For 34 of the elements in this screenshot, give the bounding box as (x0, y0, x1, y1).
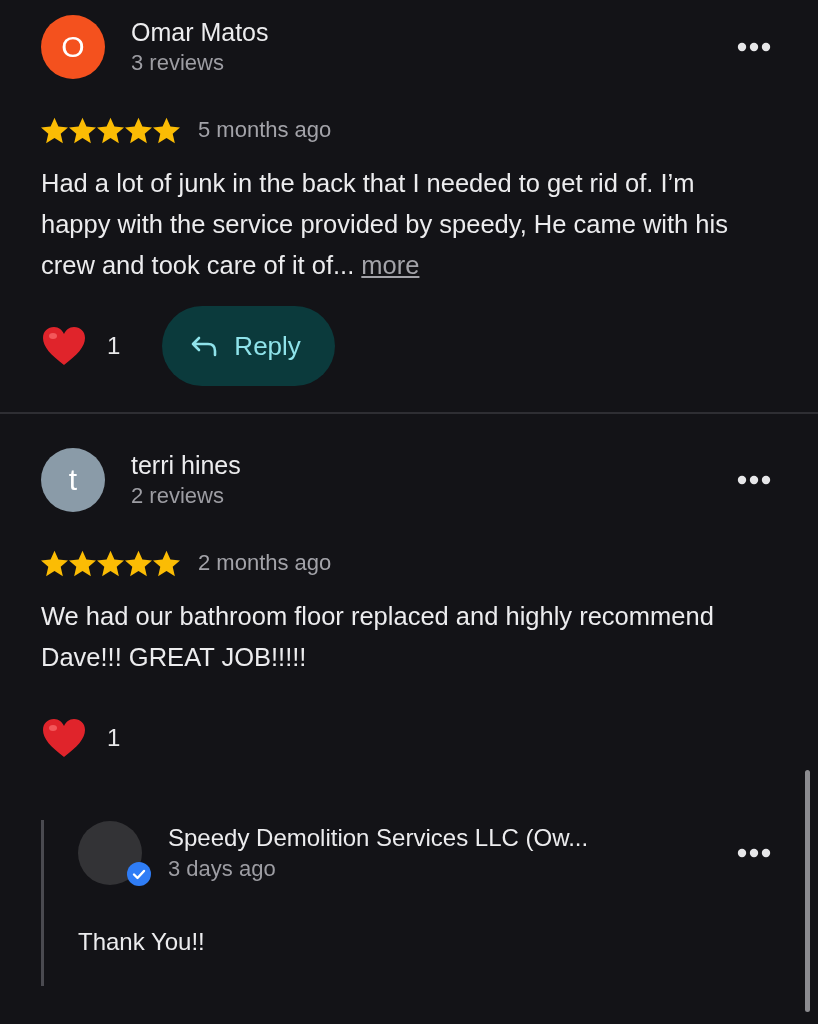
star-icon (97, 549, 124, 577)
review-time: 5 months ago (198, 117, 332, 143)
more-link[interactable]: more (361, 251, 420, 279)
reply-button[interactable]: Reply (162, 306, 335, 386)
like-count: 1 (107, 724, 121, 752)
review-text: Had a lot of junk in the back that I needed to get rid of. I’m happy with the service provided by speedy, He came with his crew and took care of it of... more (41, 168, 729, 281)
more-options-icon[interactable] (737, 848, 771, 858)
review-text: We had our bathroom floor replaced and highly recommend Dave!!! GREAT JOB!!!!! (41, 601, 715, 673)
heart-icon[interactable] (41, 325, 87, 367)
review-count: 2 reviews (131, 482, 225, 510)
owner-reply-text: Thank You!! (78, 928, 206, 956)
avatar: O (41, 15, 105, 79)
owner-name: Speedy Demolition Services LLC (Ow... (168, 823, 590, 853)
more-options-icon[interactable] (737, 475, 771, 485)
star-icon (41, 549, 68, 577)
more-options-icon[interactable] (737, 42, 771, 52)
star-icon (69, 549, 96, 577)
heart-icon[interactable] (41, 717, 87, 759)
review-time: 2 months ago (198, 550, 332, 576)
star-icon (41, 116, 68, 144)
reply-icon (190, 335, 219, 357)
reply-time: 3 days ago (168, 855, 277, 883)
star-icon (153, 549, 180, 577)
star-icon (125, 116, 152, 144)
star-icon (97, 116, 124, 144)
star-icon (125, 549, 152, 577)
like-count: 1 (107, 332, 121, 360)
scrollbar[interactable] (805, 770, 810, 1012)
reviewer-name[interactable]: Omar Matos (131, 16, 737, 48)
star-icon (153, 116, 180, 144)
review-count: 3 reviews (131, 49, 225, 77)
avatar: t (41, 448, 105, 512)
star-icon (69, 116, 96, 144)
reviewer-name[interactable]: terri hines (131, 449, 737, 481)
